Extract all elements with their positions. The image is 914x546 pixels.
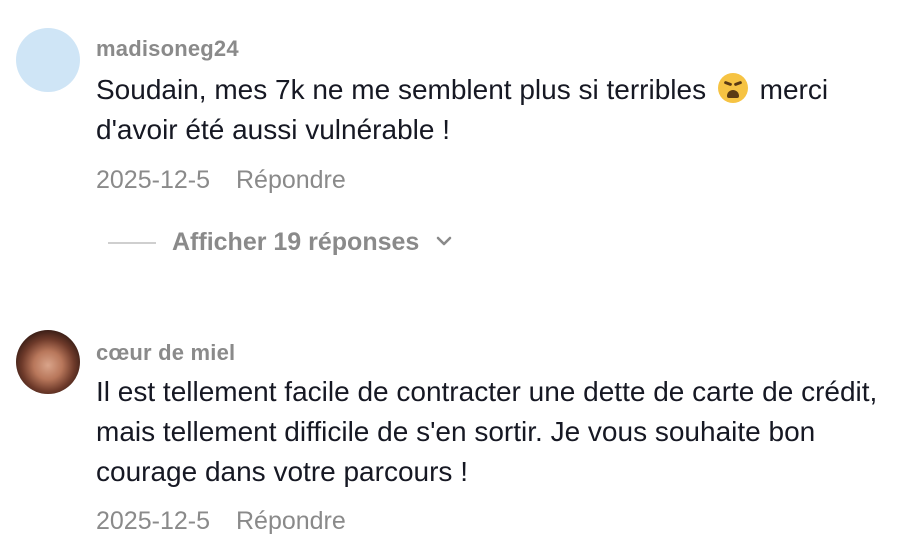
avatar[interactable] [16, 28, 80, 92]
divider [108, 241, 156, 244]
show-replies-label: Afficher 19 réponses [172, 228, 420, 256]
weary-face-emoji-icon [717, 73, 748, 103]
reply-button[interactable]: Répondre [236, 166, 346, 195]
avatar[interactable] [16, 330, 80, 394]
comment-text-part: Soudain, mes 7k ne me semblent plus si t… [96, 74, 707, 105]
reply-button[interactable]: Répondre [236, 507, 346, 536]
chevron-down-icon [435, 234, 453, 252]
comment-meta: 2025-12-5 Répondre [96, 166, 346, 195]
show-replies-button[interactable]: Afficher 19 réponses [108, 228, 453, 257]
comment-username[interactable]: cœur de miel [96, 340, 235, 366]
comment-date: 2025-12-5 [96, 507, 210, 535]
comment-username[interactable]: madisoneg24 [96, 36, 239, 62]
comment-date: 2025-12-5 [96, 166, 210, 194]
comment-meta: 2025-12-5 Répondre [96, 507, 346, 536]
comment-text: Soudain, mes 7k ne me semblent plus si t… [96, 70, 896, 150]
comment-text: Il est tellement facile de contracter un… [96, 376, 878, 487]
